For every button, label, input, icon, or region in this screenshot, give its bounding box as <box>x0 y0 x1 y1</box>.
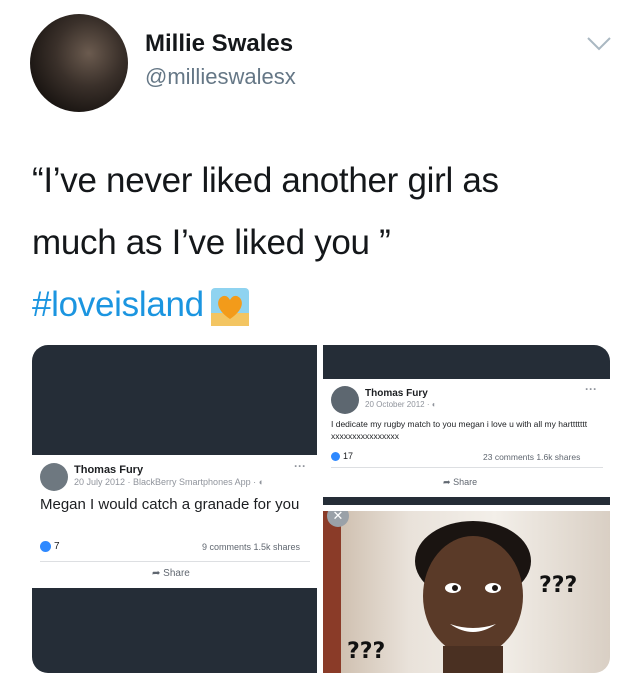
chevron-down-icon[interactable] <box>586 36 612 52</box>
fb-meta-text: 20 July 2012 · BlackBerry Smartphones Ap… <box>74 477 257 487</box>
fb-avatar <box>40 463 68 491</box>
fb-post-text: I dedicate my rugby match to you megan i… <box>331 419 588 441</box>
tweet-text-line1: “I’ve never liked another girl as <box>32 161 499 200</box>
share-icon: ➦ <box>443 477 451 487</box>
fb-author: Thomas Fury <box>74 464 144 476</box>
media-right-bottom[interactable]: ✕ ??? ??? <box>323 511 610 673</box>
fb-like-count: 7 <box>54 541 60 553</box>
fb-share-label: Share <box>453 477 478 487</box>
like-icon <box>40 541 51 552</box>
meme-face <box>415 521 531 673</box>
media-left[interactable]: Thomas Fury 20 July 2012 · BlackBerry Sm… <box>32 345 317 673</box>
fb-stats: 23 comments 1.6k shares <box>483 452 581 462</box>
hashtag-link[interactable]: #loveisland <box>32 285 204 324</box>
meme-door <box>323 511 341 673</box>
fb-share: ➦ Share <box>152 568 190 579</box>
fb-divider <box>40 561 310 562</box>
like-icon <box>331 452 340 462</box>
meme-qmarks-bottom: ??? <box>347 639 386 664</box>
fb-likes: 17 <box>331 451 354 462</box>
fb-post-right: Thomas Fury 20 October 2012 · ◐ ··· I de… <box>323 379 610 497</box>
fb-divider <box>331 467 603 468</box>
fb-share-label: Share <box>163 568 190 579</box>
media-grid[interactable]: Thomas Fury 20 July 2012 · BlackBerry Sm… <box>32 345 610 673</box>
globe-icon: ◐ <box>431 400 437 409</box>
more-dots-icon: ··· <box>294 459 306 473</box>
share-icon: ➦ <box>152 568 161 579</box>
heart-emoji-icon <box>210 287 249 326</box>
fb-like-count: 17 <box>343 451 354 461</box>
fb-meta: 20 October 2012 · ◐ <box>365 400 437 409</box>
fb-post-text: Megan I would catch a granade for you <box>40 496 300 513</box>
fb-meta: 20 July 2012 · BlackBerry Smartphones Ap… <box>74 477 264 487</box>
tweet-text: “I’ve never liked another girl as much a… <box>32 150 612 336</box>
media-right-top[interactable]: Thomas Fury 20 October 2012 · ◐ ··· I de… <box>323 345 610 505</box>
fb-stats: 9 comments 1.5k shares <box>202 542 301 552</box>
fb-avatar <box>331 386 359 414</box>
author-name[interactable]: Millie Swales <box>145 30 293 58</box>
tweet-avatar[interactable] <box>30 14 128 112</box>
tweet-text-line2: much as I’ve liked you ” <box>32 223 391 262</box>
fb-author: Thomas Fury <box>365 388 428 399</box>
fb-meta-text: 20 October 2012 · <box>365 400 430 409</box>
meme-qmarks-top: ??? <box>539 573 578 598</box>
fb-likes: 7 <box>40 541 60 552</box>
fb-post-left: Thomas Fury 20 July 2012 · BlackBerry Sm… <box>32 455 317 588</box>
more-dots-icon: ··· <box>585 382 597 396</box>
fb-share: ➦ Share <box>443 477 477 488</box>
author-handle[interactable]: @millieswalesx <box>145 64 296 90</box>
globe-icon: ◐ <box>258 477 265 487</box>
